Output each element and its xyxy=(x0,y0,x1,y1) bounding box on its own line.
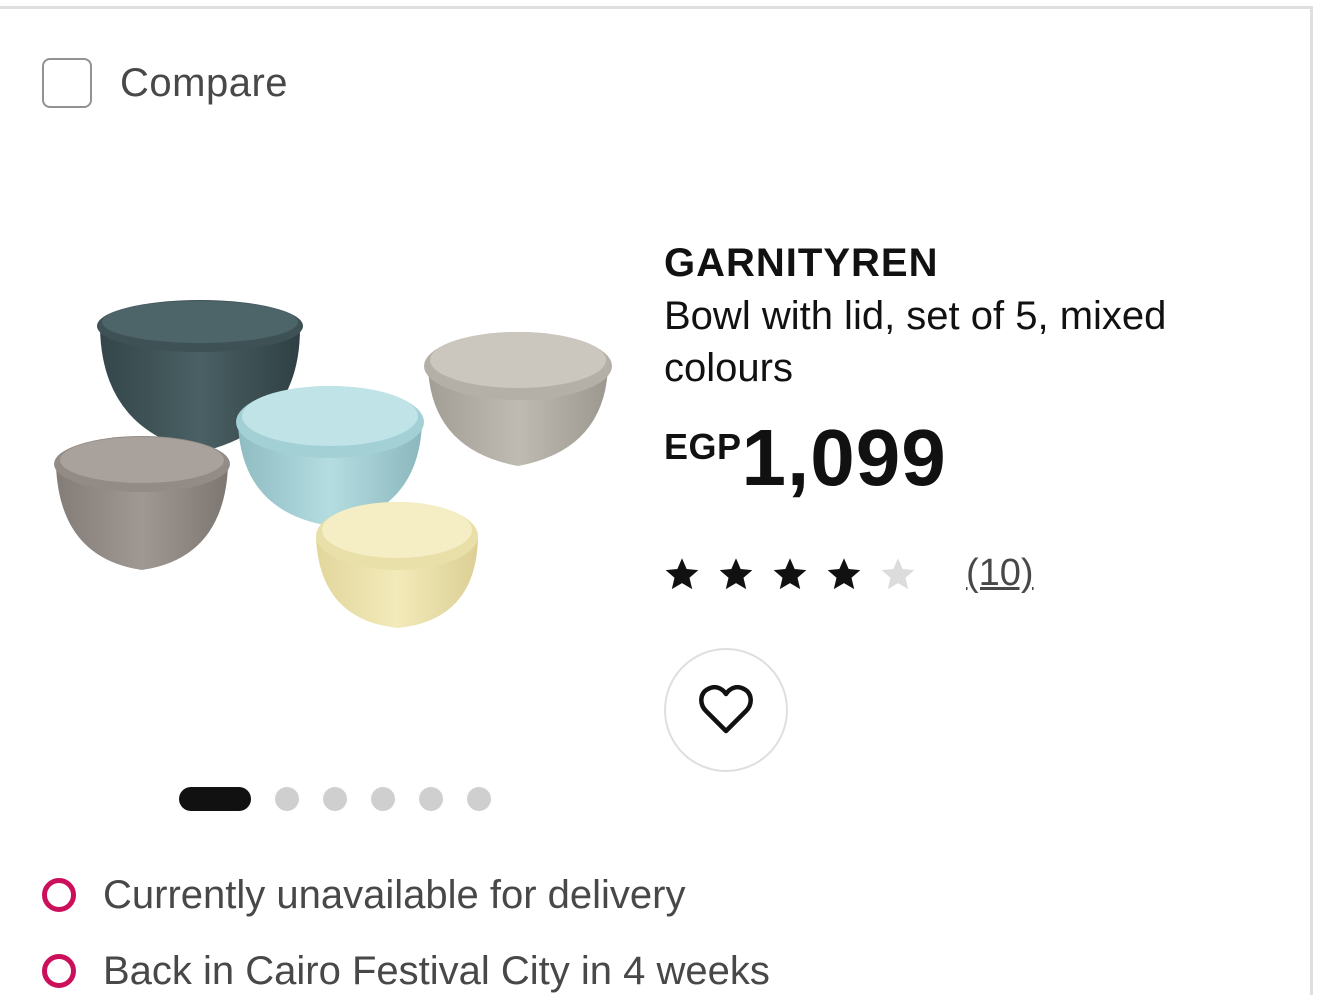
carousel-dot-active[interactable] xyxy=(179,787,251,811)
heart-icon xyxy=(699,685,753,734)
bowl-set-image xyxy=(54,300,612,628)
unavailable-status-icon xyxy=(42,878,76,912)
product-name[interactable]: GARNITYREN xyxy=(664,238,1284,288)
product-description[interactable]: Bowl with lid, set of 5, mixed colours xyxy=(664,290,1264,394)
product-image[interactable] xyxy=(30,240,630,760)
image-carousel-indicator xyxy=(179,787,515,811)
delivery-availability: Currently unavailable for delivery xyxy=(42,868,686,922)
compare-label: Compare xyxy=(120,60,289,105)
review-count-link[interactable]: (10) xyxy=(966,552,1034,595)
product-card: Compare GARNITYREN Bowl with lid, set of… xyxy=(0,0,1320,995)
compare-toggle[interactable]: Compare xyxy=(42,58,288,108)
price-amount: 1,099 xyxy=(741,413,947,502)
star-full-icon xyxy=(772,556,808,592)
store-availability: Back in Cairo Festival City in 4 weeks xyxy=(42,944,770,995)
carousel-dot[interactable] xyxy=(323,787,347,811)
unavailable-status-icon xyxy=(42,954,76,988)
availability-text: Currently unavailable for delivery xyxy=(103,873,686,917)
top-divider xyxy=(0,6,1310,9)
product-info: GARNITYREN Bowl with lid, set of 5, mixe… xyxy=(664,238,1284,394)
star-empty-icon xyxy=(880,556,916,592)
star-full-icon xyxy=(664,556,700,592)
carousel-dot[interactable] xyxy=(419,787,443,811)
product-rating[interactable]: (10) xyxy=(664,552,1034,595)
carousel-dot[interactable] xyxy=(371,787,395,811)
star-full-icon xyxy=(826,556,862,592)
price-currency: EGP xyxy=(664,426,742,467)
add-to-favourites-button[interactable] xyxy=(664,648,788,772)
carousel-dot[interactable] xyxy=(275,787,299,811)
compare-checkbox[interactable] xyxy=(42,58,92,108)
product-price: EGP 1,099 xyxy=(664,416,947,500)
availability-text: Back in Cairo Festival City in 4 weeks xyxy=(103,949,770,993)
star-full-icon xyxy=(718,556,754,592)
carousel-dot[interactable] xyxy=(467,787,491,811)
right-divider xyxy=(1310,6,1313,995)
